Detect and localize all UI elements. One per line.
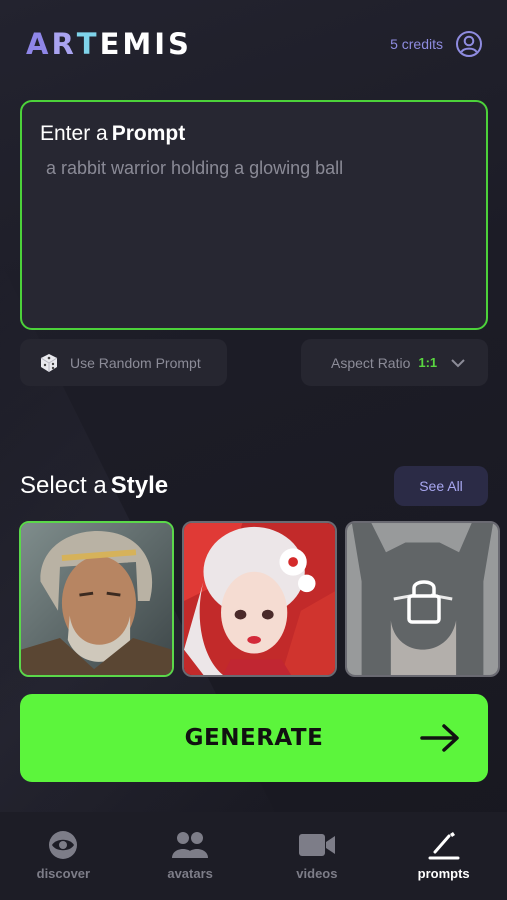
tab-label-avatars: avatars <box>167 866 213 881</box>
lock-icon <box>407 580 441 624</box>
user-circle-icon[interactable] <box>455 30 483 58</box>
style-heading: Select a Style <box>20 472 169 499</box>
style-carousel[interactable] <box>19 521 507 677</box>
chevron-down-icon <box>451 358 465 367</box>
credits-area: 5 credits <box>390 30 483 58</box>
people-icon <box>172 832 209 858</box>
pencil-icon <box>428 832 460 860</box>
generate-button[interactable]: GENERATE <box>20 694 488 782</box>
aspect-ratio-select[interactable]: Aspect Ratio 1:1 <box>301 339 488 386</box>
style-section-header: Select a Style See All <box>20 466 488 506</box>
prompt-input[interactable] <box>40 158 468 179</box>
see-all-button[interactable]: See All <box>394 466 488 506</box>
random-prompt-label: Use Random Prompt <box>70 354 201 371</box>
tab-prompts[interactable]: prompts <box>380 812 507 900</box>
tab-label-videos: videos <box>296 866 338 881</box>
style-card-anime-geisha[interactable] <box>182 521 337 677</box>
aspect-ratio-label: Aspect Ratio <box>331 354 411 371</box>
tab-discover[interactable]: discover <box>0 812 127 900</box>
tab-avatars[interactable]: avatars <box>127 812 254 900</box>
video-camera-icon <box>298 834 335 856</box>
arrow-right-icon <box>420 724 459 752</box>
dice-icon <box>40 353 58 372</box>
style-card-greek-god[interactable] <box>19 521 174 677</box>
header: A R T EMIS 5 credits <box>26 26 483 62</box>
tab-videos[interactable]: videos <box>254 812 381 900</box>
credits-count[interactable]: 5 credits <box>390 36 443 52</box>
random-prompt-button[interactable]: Use Random Prompt <box>20 339 227 386</box>
bottom-tab-bar: discover avatars videos prompts <box>0 812 507 900</box>
prompt-box[interactable]: Enter a Prompt <box>20 100 488 330</box>
anime-geisha-portrait <box>184 523 335 675</box>
tab-label-discover: discover <box>36 866 91 881</box>
tab-label-prompts: prompts <box>417 866 470 881</box>
app-logo: A R T EMIS <box>26 27 192 61</box>
prompt-heading: Enter a Prompt <box>40 122 186 145</box>
eye-icon <box>49 831 78 859</box>
style-card-dark-knight[interactable] <box>345 521 500 677</box>
greek-god-portrait <box>21 523 172 675</box>
generate-label: GENERATE <box>184 725 324 751</box>
aspect-ratio-value: 1:1 <box>418 355 438 370</box>
